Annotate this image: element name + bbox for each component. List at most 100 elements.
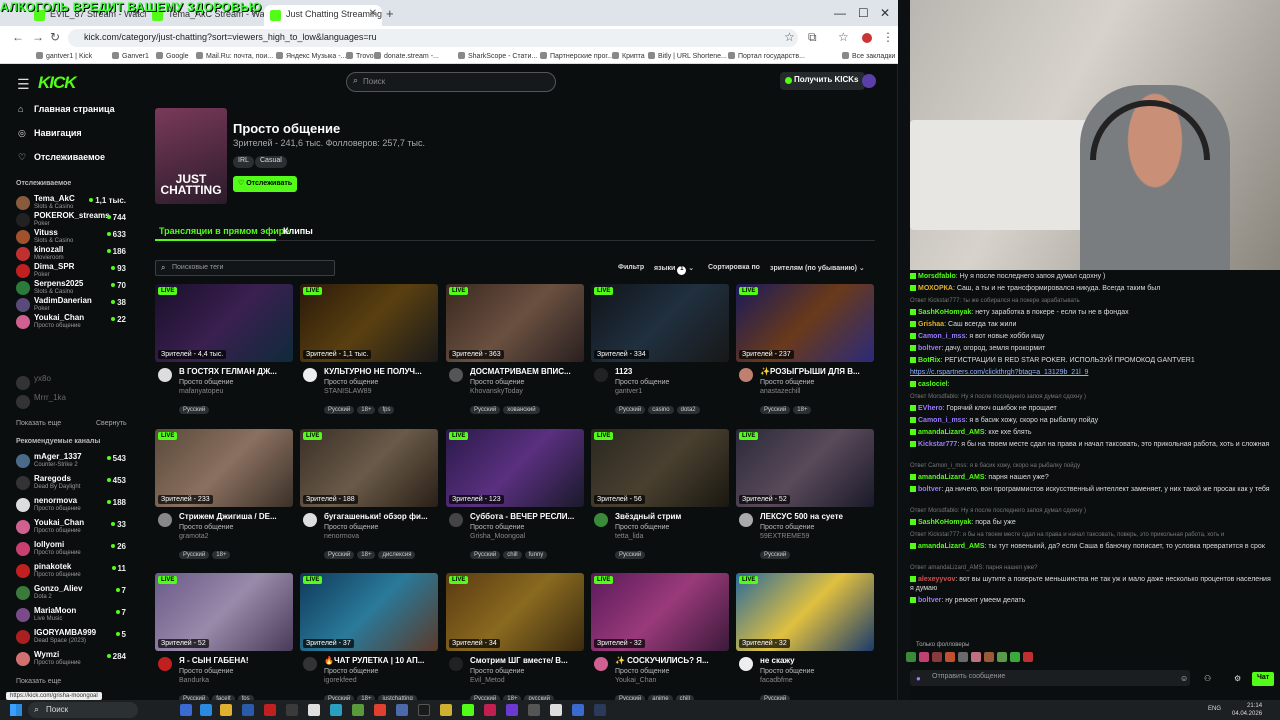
all-bookmarks[interactable]: Все закладки bbox=[842, 52, 895, 60]
chat-username[interactable]: Kickstar777 bbox=[918, 441, 957, 448]
stream-card[interactable]: LIVE Зрителей - 123 Суббота - ВЕЧЕР РЕСЛИ.… bbox=[446, 429, 584, 565]
stream-card[interactable]: LIVE Зрителей - 363 ДОСМАТРИВАЕМ ВПИС... Пр… bbox=[446, 284, 584, 420]
chat-username[interactable]: alexeyyvov bbox=[918, 576, 955, 583]
bookmark-item[interactable]: Google bbox=[156, 52, 189, 60]
stream-title[interactable]: 🔥ЧАТ РУЛЕТКА | 10 АП... bbox=[324, 656, 436, 665]
emote-icon[interactable] bbox=[906, 652, 916, 662]
streamer-name[interactable]: anastazechill bbox=[760, 388, 800, 395]
extensions-icon[interactable]: ⧉ bbox=[808, 30, 817, 45]
streamer-name[interactable]: gantver1 bbox=[615, 388, 642, 395]
emote-icon[interactable] bbox=[945, 652, 955, 662]
bookmark-item[interactable]: SharkScope - Стати... bbox=[458, 52, 537, 60]
stream-tag[interactable]: Русский bbox=[615, 551, 646, 559]
chat-username[interactable]: BotRix bbox=[918, 357, 941, 364]
chat-username[interactable]: Camon_i_mss bbox=[918, 417, 965, 424]
store-icon[interactable] bbox=[242, 704, 254, 716]
chat-users-icon[interactable]: ⚇ bbox=[1204, 674, 1211, 683]
stream-tag[interactable]: хованский bbox=[503, 406, 540, 414]
taskbar-search[interactable]: ⌕ Поиск bbox=[28, 702, 138, 718]
streamer-avatar[interactable] bbox=[303, 657, 317, 671]
stream-tag[interactable]: 18+ bbox=[212, 551, 231, 559]
streamer-name[interactable]: mafanyatopeu bbox=[179, 388, 223, 395]
sidebar-channel[interactable]: Tema_AkC Slots & Casino 1,1 тыс. bbox=[16, 194, 128, 212]
stream-category[interactable]: Просто общение bbox=[760, 379, 814, 386]
stream-category[interactable]: Просто общение bbox=[470, 524, 524, 531]
stream-tag[interactable]: дислексия bbox=[378, 551, 416, 559]
emote-icon[interactable] bbox=[984, 652, 994, 662]
stream-title[interactable]: КУЛЬТУРНО НЕ ПОЛУЧ... bbox=[324, 367, 436, 376]
stream-card[interactable]: LIVE Зрителей - 32 не скажу Просто общение f… bbox=[736, 573, 874, 703]
streamer-name[interactable]: 59EXTREME59 bbox=[760, 533, 809, 540]
sidebar-channel[interactable]: Youkai_Chan Просто общение 22 bbox=[16, 313, 128, 331]
chat-message-input[interactable]: Отправить сообщение bbox=[910, 670, 1190, 686]
tab-live-streams[interactable]: Трансляции в прямом эфире bbox=[159, 226, 289, 236]
stream-thumbnail[interactable]: LIVE Зрителей - 1,1 тыс. bbox=[300, 284, 438, 362]
chrome-icon[interactable] bbox=[374, 704, 386, 716]
stream-card[interactable]: LIVE Зрителей - 4,4 тыс. В ГОСТЯХ ГЕЛМАН Д… bbox=[155, 284, 293, 420]
maximize-icon[interactable]: ☐ bbox=[858, 6, 869, 20]
stream-category[interactable]: Просто общение bbox=[179, 379, 233, 386]
user-avatar[interactable] bbox=[862, 74, 876, 88]
stream-thumbnail[interactable]: LIVE Зрителей - 37 bbox=[300, 573, 438, 651]
bookmark-item[interactable]: Trovo bbox=[346, 52, 374, 60]
chat-username[interactable]: SashKoHomyak bbox=[918, 309, 971, 316]
streamer-name[interactable]: KhovanskyToday bbox=[470, 388, 523, 395]
hamburger-menu-icon[interactable]: ☰ bbox=[17, 76, 30, 93]
bookmark-item[interactable]: gantver1 | Kick bbox=[36, 52, 92, 60]
streamer-avatar[interactable] bbox=[158, 513, 172, 527]
stream-thumbnail[interactable]: LIVE Зрителей - 4,4 тыс. bbox=[155, 284, 293, 362]
stream-thumbnail[interactable]: LIVE Зрителей - 34 bbox=[446, 573, 584, 651]
stream-tag[interactable]: Русский bbox=[760, 406, 791, 414]
nav-home[interactable]: ⌂ Главная страница bbox=[18, 104, 115, 114]
streamer-avatar[interactable] bbox=[739, 657, 753, 671]
bookmark-icon[interactable]: ☆ bbox=[838, 30, 849, 44]
stream-thumbnail[interactable]: LIVE Зрителей - 233 bbox=[155, 429, 293, 507]
stream-tag[interactable]: Русский bbox=[470, 406, 501, 414]
stream-title[interactable]: ДОСМАТРИВАЕМ ВПИС... bbox=[470, 367, 582, 376]
bookmark-item[interactable]: Крипта bbox=[612, 52, 645, 60]
bookmark-item[interactable]: donate.stream -... bbox=[374, 52, 439, 60]
stream-tag[interactable]: 18+ bbox=[357, 551, 376, 559]
stream-tag[interactable]: Русский bbox=[470, 551, 501, 559]
emoji-icon[interactable]: ☺ bbox=[1180, 674, 1188, 683]
stream-category[interactable]: Просто общение bbox=[470, 668, 524, 675]
bookmark-item[interactable]: Партнерские прог... bbox=[540, 52, 613, 60]
streamer-avatar[interactable] bbox=[449, 657, 463, 671]
stream-card[interactable]: LIVE Зрителей - 37 🔥ЧАТ РУЛЕТКА | 10 АП...… bbox=[300, 573, 438, 703]
system-clock[interactable]: 21:14 04.04.2026 bbox=[1232, 702, 1262, 718]
streamer-name[interactable]: Bandurka bbox=[179, 677, 209, 684]
chat-username[interactable]: SashKoHomyak bbox=[918, 519, 971, 526]
nav-browse[interactable]: ◎ Навигация bbox=[18, 128, 82, 139]
nav-following[interactable]: ♡ Отслеживаемое bbox=[18, 152, 105, 163]
sidebar-channel-offline[interactable]: Mrrr_1ka bbox=[16, 393, 128, 411]
app-icon[interactable] bbox=[286, 704, 298, 716]
stream-title[interactable]: Суббота - ВЕЧЕР РЕСЛИ... bbox=[470, 512, 582, 521]
stream-tag[interactable]: chill bbox=[503, 551, 522, 559]
chat-username[interactable]: boltver bbox=[918, 597, 941, 604]
streamer-avatar[interactable] bbox=[739, 368, 753, 382]
streamer-avatar[interactable] bbox=[158, 368, 172, 382]
obs-icon[interactable] bbox=[418, 704, 430, 716]
sidebar-channel[interactable]: kinozall Movieroom 186 bbox=[16, 245, 128, 263]
language-indicator[interactable]: ENG bbox=[1208, 706, 1221, 712]
sidebar-channel[interactable]: Gonzo_Aliev Dota 2 7 bbox=[16, 584, 128, 602]
app-icon[interactable] bbox=[308, 704, 320, 716]
app-icon[interactable] bbox=[264, 704, 276, 716]
sidebar-channel[interactable]: Vituss Slots & Casino 633 bbox=[16, 228, 128, 246]
emote-icon[interactable] bbox=[958, 652, 968, 662]
app-icon[interactable] bbox=[550, 704, 562, 716]
stream-title[interactable]: Я - СЫН ГАБЕНА! bbox=[179, 656, 291, 665]
close-icon[interactable]: ✕ bbox=[369, 8, 377, 19]
stream-category[interactable]: Просто общение bbox=[615, 379, 669, 386]
chat-username[interactable]: EVhero bbox=[918, 405, 943, 412]
sort-dropdown[interactable]: зрителям (по убыванию) ⌄ bbox=[770, 264, 865, 272]
streamer-name[interactable]: STANISLAW89 bbox=[324, 388, 371, 395]
stream-thumbnail[interactable]: LIVE Зрителей - 363 bbox=[446, 284, 584, 362]
sidebar-channel[interactable]: Wymzi Просто общение 284 bbox=[16, 650, 128, 668]
bookmark-item[interactable]: Bitly | URL Shortene... bbox=[648, 52, 727, 60]
show-more-link[interactable]: Показать еще bbox=[16, 420, 61, 427]
sidebar-channel-offline[interactable]: yx8o bbox=[16, 374, 128, 392]
back-icon[interactable]: ← bbox=[12, 30, 24, 44]
stream-tag[interactable]: Русский bbox=[179, 406, 210, 414]
sidebar-channel[interactable]: Dima_SPR Poker 93 bbox=[16, 262, 128, 280]
